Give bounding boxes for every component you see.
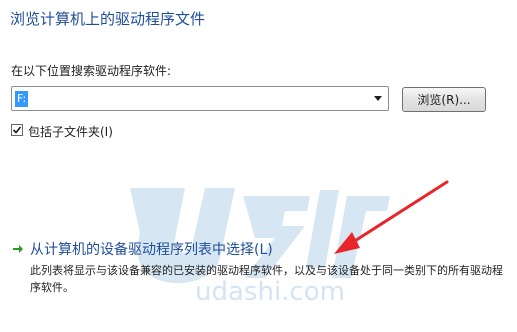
choose-description: 此列表将显示与该设备兼容的已安装的驱动程序软件，以及与该设备处于同一类别下的所有… (30, 264, 503, 294)
green-arrow-icon (13, 245, 23, 253)
choose-from-list-link[interactable]: 从计算机的设备驱动程序列表中选择(L) (30, 239, 273, 259)
